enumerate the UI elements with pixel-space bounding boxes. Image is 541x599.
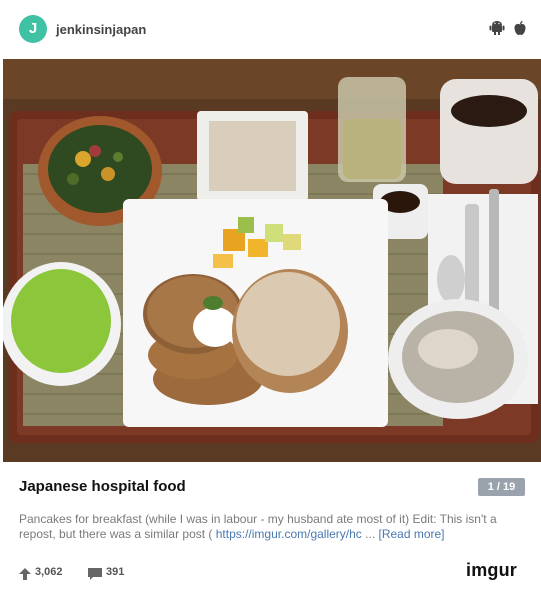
avatar[interactable]: J: [19, 15, 47, 43]
post-title: Japanese hospital food: [19, 478, 186, 495]
upvote-icon[interactable]: [19, 568, 31, 580]
read-more-link[interactable]: [Read more]: [378, 527, 444, 541]
description-ellipsis: ...: [361, 527, 379, 541]
image-counter-badge: 1 / 19: [478, 478, 525, 496]
description-link[interactable]: https://imgur.com/gallery/hc: [216, 527, 362, 541]
comment-icon[interactable]: [88, 568, 102, 580]
comment-count: 391: [106, 566, 125, 578]
apple-icon: [514, 21, 526, 35]
username[interactable]: jenkinsinjapan: [56, 22, 146, 37]
post-card: J jenkinsinjapan Japanese hospital food …: [0, 0, 541, 599]
post-description: Pancakes for breakfast (while I was in l…: [19, 512, 529, 542]
upvote-count: 3,062: [35, 566, 63, 578]
post-header: J jenkinsinjapan: [0, 0, 541, 58]
imgur-logo[interactable]: imgur: [466, 560, 517, 581]
post-footer: 3,062 391 imgur: [0, 558, 541, 588]
post-image[interactable]: [3, 59, 541, 462]
android-icon: [489, 21, 505, 35]
